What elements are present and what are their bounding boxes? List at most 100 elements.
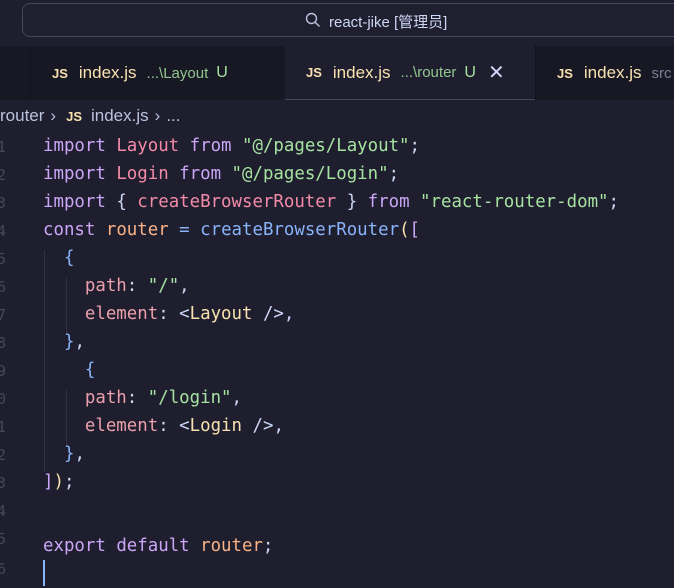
token-punctuation: /> <box>262 304 284 324</box>
token-operator: = <box>179 220 190 240</box>
token-punctuation: /> <box>252 416 274 436</box>
token-variable: router <box>200 536 263 556</box>
token-bracket: } <box>63 332 75 352</box>
command-center-search[interactable]: react-jike [管理员] <box>22 3 674 37</box>
line-number: 0 <box>0 390 6 408</box>
token-property: element <box>84 416 159 436</box>
token-property: path <box>84 276 127 296</box>
token-bracket: ) <box>53 472 64 492</box>
token-punctuation: ; <box>262 536 274 556</box>
text-cursor <box>43 560 45 586</box>
tab-router-index[interactable]: JS index.js ...\router U ✕ <box>285 46 535 100</box>
code-line-15: export default router; <box>43 532 273 560</box>
line-number: 5 <box>0 530 6 548</box>
javascript-file-icon: JS <box>52 65 68 81</box>
javascript-file-icon: JS <box>557 65 573 81</box>
breadcrumb-file-index[interactable]: index.js <box>91 106 149 126</box>
untracked-badge: U <box>464 63 476 81</box>
token-punctuation: , <box>231 388 242 408</box>
line-number: 7 <box>0 306 6 324</box>
token-punctuation: ; <box>409 136 421 156</box>
code-line-6: path: "/", <box>43 272 190 300</box>
token-punctuation: : <box>158 416 169 436</box>
token-variable: router <box>105 220 169 240</box>
code-line-13: ]); <box>43 468 74 496</box>
token-punctuation: , <box>74 444 85 464</box>
token-keyword: import <box>43 164 106 184</box>
token-string: "react-router-dom" <box>420 192 609 212</box>
untracked-badge: U <box>216 64 228 81</box>
token-keyword: import <box>43 192 106 212</box>
title-bar: react-jike [管理员] <box>0 0 674 46</box>
line-number: 2 <box>0 166 6 184</box>
editor-tab-bar: JS index.js ...\Layout U JS index.js ...… <box>0 46 674 100</box>
code-line-5: { <box>43 244 74 272</box>
code-line-7: element: <Layout />, <box>43 300 295 328</box>
line-number: 6 <box>0 560 6 578</box>
token-punctuation: , <box>283 304 295 324</box>
token-property: path <box>84 388 127 408</box>
line-number: 4 <box>0 222 6 240</box>
token-function: createBrowserRouter <box>200 220 400 240</box>
javascript-file-icon: JS <box>306 65 322 80</box>
token-identifier: Layout <box>116 136 180 156</box>
token-keyword: from <box>179 164 222 184</box>
breadcrumb-symbols[interactable]: ... <box>166 106 180 126</box>
code-line-8: }, <box>43 328 85 356</box>
token-punctuation: < <box>179 416 190 436</box>
token-punctuation: : <box>126 388 138 408</box>
tab-layout-index[interactable]: JS index.js ...\Layout U <box>30 46 285 100</box>
code-line-4: const router = createBrowserRouter([ <box>43 216 420 244</box>
token-property: element <box>84 304 159 324</box>
tab-path-hint: src <box>651 64 672 82</box>
line-number: 3 <box>0 194 6 212</box>
code-line-2: import Login from "@/pages/Login"; <box>43 160 399 188</box>
token-keyword: from <box>367 192 410 212</box>
token-bracket: ] <box>43 472 54 492</box>
token-punctuation: } <box>346 192 358 212</box>
code-line-1: import Layout from "@/pages/Layout"; <box>43 132 420 160</box>
token-keyword: default <box>116 536 190 556</box>
token-keyword: const <box>43 220 96 240</box>
code-line-9: { <box>43 356 95 384</box>
token-punctuation: < <box>179 304 190 324</box>
code-line-3: import { createBrowserRouter } from "rea… <box>43 188 619 216</box>
workspace-title: react-jike [管理员] <box>329 14 448 31</box>
close-tab-icon[interactable]: ✕ <box>488 63 505 83</box>
tab-src-index[interactable]: JS index.js src <box>535 46 674 100</box>
token-keyword: export <box>43 536 106 556</box>
token-string: "/login" <box>147 388 232 408</box>
token-punctuation: , <box>74 332 85 352</box>
token-bracket: { <box>84 360 96 380</box>
token-bracket: } <box>63 444 75 464</box>
token-string: "@/pages/Layout" <box>242 136 410 156</box>
token-jsx-tag: Layout <box>189 304 253 324</box>
line-number: 9 <box>0 362 6 380</box>
token-punctuation: : <box>158 304 169 324</box>
tab-filename: index.js <box>583 63 642 82</box>
token-keyword: import <box>43 136 106 156</box>
breadcrumb-folder-router[interactable]: router <box>0 106 44 126</box>
line-number: 8 <box>0 334 6 352</box>
code-editor[interactable]: 1 2 3 4 5 6 7 8 9 0 1 2 3 4 5 6 import L… <box>0 132 674 588</box>
line-number: 3 <box>0 474 6 492</box>
line-number: 4 <box>0 502 6 520</box>
line-number: 1 <box>0 138 6 156</box>
token-identifier: Login <box>116 164 169 184</box>
javascript-file-icon: JS <box>66 108 82 124</box>
token-punctuation: ; <box>63 472 75 492</box>
token-punctuation: , <box>179 276 190 296</box>
token-punctuation: , <box>273 416 284 436</box>
token-identifier: createBrowserRouter <box>137 192 337 212</box>
tab-filename: index.js <box>78 63 137 82</box>
token-bracket: [ <box>409 220 421 240</box>
line-number: 5 <box>0 250 6 268</box>
token-keyword: from <box>189 136 232 156</box>
chevron-right-icon: › <box>154 106 161 125</box>
chevron-right-icon: › <box>50 106 57 125</box>
tab-filename: index.js <box>332 62 391 82</box>
token-jsx-tag: Login <box>189 416 242 436</box>
line-number: 2 <box>0 446 6 464</box>
code-line-11: element: <Login />, <box>43 412 284 440</box>
tab-path-hint: ...\Layout <box>146 64 209 82</box>
